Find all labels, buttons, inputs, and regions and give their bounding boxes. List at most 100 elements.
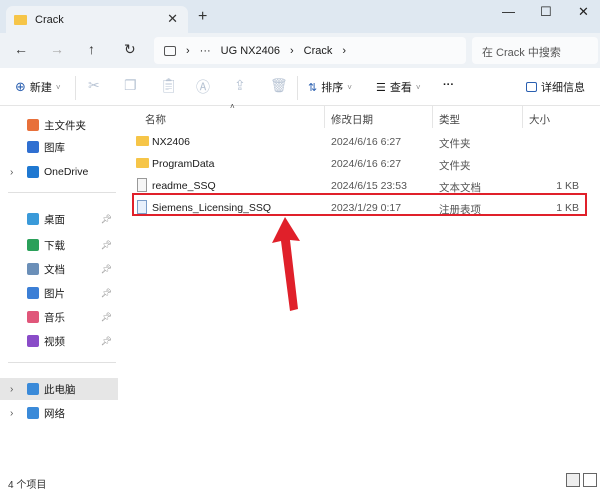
sidebar-item-label: 下载 [44, 239, 65, 252]
chevron-down-icon: ˅ [347, 82, 352, 92]
sidebar-item-label: 图片 [44, 287, 65, 300]
status-bar: 4 个项目 [8, 480, 47, 491]
sidebar-item-9[interactable]: › 此电脑 [0, 378, 118, 400]
forward-button[interactable]: → [50, 41, 64, 57]
chevron-right-icon: › [289, 44, 294, 57]
computer-icon [164, 45, 176, 56]
navigation-pane: 主文件夹 图库 › OneDrive 桌面 📌︎ 下载 📌︎ 文档 📌︎ 图片 📌︎ 音乐 📌︎ 视频 📌︎ ›… [0, 106, 120, 461]
file-date: 2024/6/16 6:27 [331, 136, 402, 148]
pin-icon[interactable]: 📌︎ [101, 214, 112, 225]
details-view-button[interactable] [566, 473, 580, 487]
new-button[interactable]: ⊕ 新建 ˅ [15, 79, 61, 95]
sort-label: 排序 [321, 82, 344, 94]
view-icon: ☰ [376, 81, 386, 94]
chevron-right-icon[interactable]: › [10, 408, 13, 419]
view-button[interactable]: ☰ 查看 ˅ [376, 79, 421, 95]
tab-crack[interactable]: Crack ✕ [6, 6, 188, 33]
tiles-view-button[interactable] [583, 473, 597, 487]
sidebar-icon [27, 213, 39, 225]
tab-title: Crack [35, 13, 64, 26]
command-bar: ⊕ 新建 ˅ ✂ ❐ 📋︎ Ⓐ ⇪ 🗑︎ ⇅ 排序 ˅ ☰ 查看 ˅ ··· 详细信息 [0, 68, 600, 106]
file-date: 2024/6/15 23:53 [331, 180, 407, 192]
sidebar-icon [27, 166, 39, 178]
chevron-right-icon[interactable]: › [10, 167, 13, 178]
search-input[interactable]: 在 Crack 中搜索 [472, 37, 598, 64]
sidebar-item-label: 网络 [44, 407, 65, 420]
column-headers: 名称 ˄ 修改日期 类型 大小 [122, 102, 592, 130]
new-tab-button[interactable]: + [198, 8, 207, 26]
sidebar-item-6[interactable]: 图片 📌︎ [0, 282, 118, 304]
divider [8, 192, 116, 193]
pin-icon[interactable]: 📌︎ [101, 264, 112, 275]
sidebar-icon [27, 239, 39, 251]
share-icon[interactable]: ⇪ [234, 77, 246, 94]
sidebar-item-0[interactable]: 主文件夹 [0, 114, 118, 136]
sidebar-item-label: 音乐 [44, 311, 65, 324]
sidebar-item-7[interactable]: 音乐 📌︎ [0, 306, 118, 328]
sidebar-item-3[interactable]: 桌面 📌︎ [0, 208, 118, 230]
sidebar-item-label: 桌面 [44, 213, 65, 226]
file-type: 文件夹 [439, 160, 471, 172]
breadcrumb-crack[interactable]: Crack [304, 45, 333, 57]
copy-icon[interactable]: ❐ [124, 77, 137, 94]
column-name[interactable]: 名称 [145, 112, 166, 127]
sidebar-item-4[interactable]: 下载 📌︎ [0, 234, 118, 256]
divider [324, 106, 325, 128]
sidebar-icon [27, 141, 39, 153]
sidebar-icon [27, 119, 39, 131]
close-tab-icon[interactable]: ✕ [167, 11, 178, 27]
text-icon [137, 178, 147, 192]
details-button[interactable]: 详细信息 [526, 79, 585, 95]
file-name: ProgramData [152, 158, 215, 170]
sidebar-item-1[interactable]: 图库 [0, 136, 118, 158]
column-type[interactable]: 类型 [439, 112, 460, 127]
pin-icon[interactable]: 📌︎ [101, 240, 112, 251]
divider [8, 362, 116, 363]
sidebar-item-8[interactable]: 视频 📌︎ [0, 330, 118, 352]
back-button[interactable]: ← [14, 41, 28, 57]
pin-icon[interactable]: 📌︎ [101, 312, 112, 323]
cut-icon[interactable]: ✂ [88, 77, 100, 94]
maximize-button[interactable]: ☐ [540, 4, 552, 20]
sidebar-item-label: 文档 [44, 263, 65, 276]
more-button[interactable]: ··· [443, 79, 454, 91]
pin-icon[interactable]: 📌︎ [101, 288, 112, 299]
pin-icon[interactable]: 📌︎ [101, 336, 112, 347]
file-name: readme_SSQ [152, 180, 216, 192]
chevron-down-icon: ˅ [55, 82, 61, 92]
chevron-right-icon: › [186, 44, 190, 57]
file-date: 2024/6/16 6:27 [331, 158, 402, 170]
file-name: NX2406 [152, 136, 190, 148]
sidebar-item-2[interactable]: › OneDrive [0, 161, 118, 183]
sidebar-item-10[interactable]: › 网络 [0, 402, 118, 424]
breadcrumb-ug-nx2406[interactable]: UG NX2406 [221, 45, 280, 57]
address-bar[interactable]: › ··· UG NX2406 › Crack › [154, 37, 466, 64]
sidebar-item-5[interactable]: 文档 📌︎ [0, 258, 118, 280]
details-label: 详细信息 [541, 82, 585, 94]
delete-icon[interactable]: 🗑︎ [270, 77, 288, 94]
refresh-button[interactable]: ↻ [124, 41, 136, 58]
sort-icon: ⇅ [308, 81, 318, 94]
sort-up-icon: ˄ [230, 102, 235, 111]
up-button[interactable]: ↑ [88, 41, 95, 57]
chevron-down-icon: ˅ [415, 82, 421, 92]
breadcrumb-overflow[interactable]: ··· [200, 45, 211, 57]
sidebar-icon [27, 383, 39, 395]
minimize-button[interactable]: — [502, 4, 515, 19]
paste-icon[interactable]: 📋︎ [160, 77, 178, 94]
file-row[interactable]: NX2406 2024/6/16 6:27 文件夹 [130, 131, 585, 153]
sort-button[interactable]: ⇅ 排序 ˅ [308, 79, 352, 95]
rename-icon[interactable]: Ⓐ [196, 77, 210, 97]
file-type: 文件夹 [439, 138, 471, 150]
divider [522, 106, 523, 128]
sidebar-icon [27, 407, 39, 419]
column-date[interactable]: 修改日期 [331, 112, 373, 127]
column-size[interactable]: 大小 [529, 112, 550, 127]
view-label: 查看 [389, 82, 412, 94]
chevron-right-icon[interactable]: › [10, 384, 13, 395]
sidebar-item-label: 图库 [44, 141, 65, 154]
close-window-button[interactable]: ✕ [578, 4, 589, 20]
sidebar-icon [27, 287, 39, 299]
file-row[interactable]: ProgramData 2024/6/16 6:27 文件夹 [130, 153, 585, 175]
plus-circle-icon: ⊕ [15, 79, 26, 94]
